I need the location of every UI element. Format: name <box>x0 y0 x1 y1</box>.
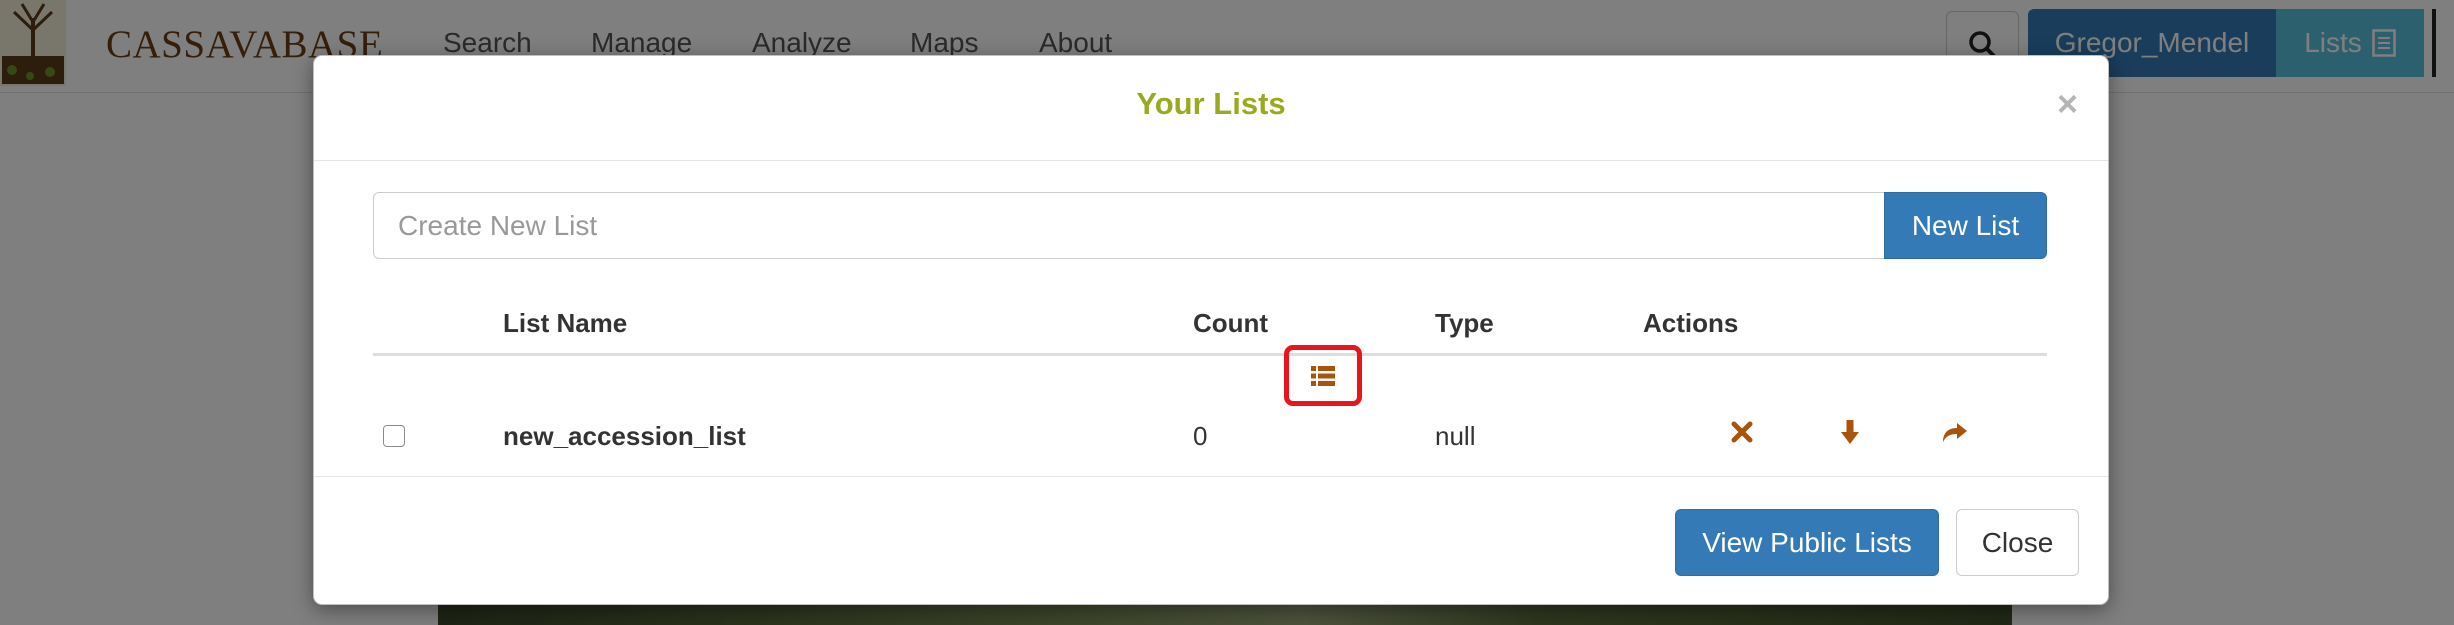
view-public-lists-button[interactable]: View Public Lists <box>1675 509 1939 576</box>
download-list-button[interactable] <box>1832 414 1868 450</box>
view-list-items-button[interactable] <box>1284 345 1362 406</box>
close-icon[interactable]: × <box>2057 86 2078 122</box>
header-type: Type <box>1435 308 1494 338</box>
delete-icon <box>1731 421 1753 443</box>
header-actions: Actions <box>1643 308 1739 338</box>
header-list-name: List Name <box>503 308 628 338</box>
modal-header: Your Lists × <box>314 56 2108 161</box>
list-type-cell: null <box>1435 421 1476 451</box>
row-select-checkbox[interactable] <box>383 425 405 447</box>
delete-list-button[interactable] <box>1724 414 1760 450</box>
header-count: Count <box>1193 308 1269 338</box>
close-button[interactable]: Close <box>1956 509 2079 576</box>
close-button-label: Close <box>1981 526 2054 558</box>
share-list-button[interactable] <box>1937 414 1973 450</box>
modal-title: Your Lists <box>1136 86 1286 121</box>
list-name-cell[interactable]: new_accession_list <box>503 421 746 452</box>
view-public-lists-label: View Public Lists <box>1702 526 1912 558</box>
list-count-cell: 0 <box>1193 421 1208 451</box>
new-list-button[interactable]: New List <box>1884 192 2047 259</box>
new-list-name-input[interactable] <box>373 192 1885 259</box>
table-header-divider <box>373 353 2047 356</box>
your-lists-modal: Your Lists × New List List Name Count Ty… <box>313 55 2109 605</box>
list-view-icon <box>1311 365 1335 386</box>
new-list-button-label: New List <box>1911 209 2020 241</box>
share-icon <box>1943 423 1967 442</box>
download-icon <box>1841 420 1859 444</box>
